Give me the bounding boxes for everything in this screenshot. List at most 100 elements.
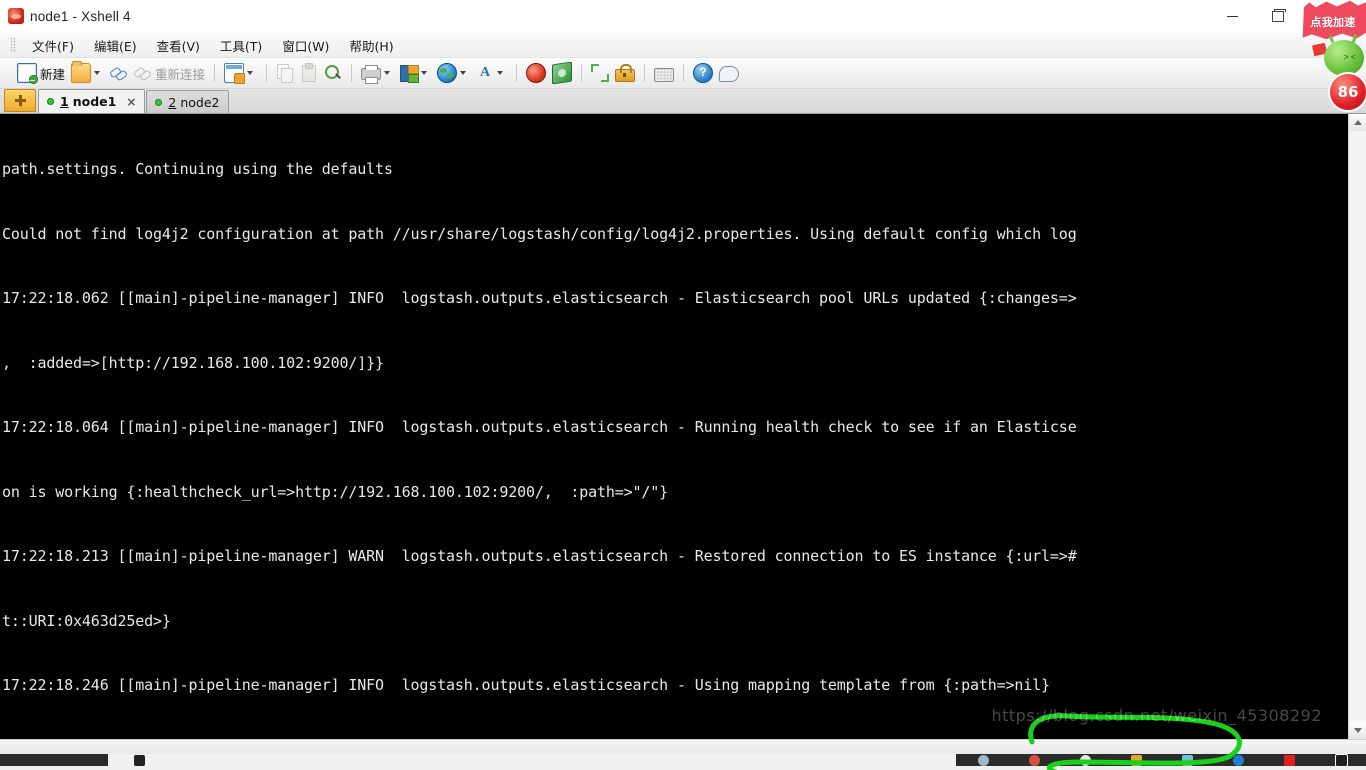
toolbar-separator-6 (644, 64, 646, 82)
plus-icon (14, 95, 26, 106)
scroll-up-arrow-icon (1353, 120, 1362, 125)
toolbar-separator-3 (351, 64, 353, 82)
terminal-line: , :added=>[http://192.168.100.102:9200/]… (2, 353, 384, 372)
paste-icon (300, 63, 318, 82)
fullscreen-icon (591, 64, 610, 82)
tab-number: 1 (60, 94, 69, 109)
toolbar-separator-1 (214, 64, 216, 82)
scrollbar-track[interactable] (1349, 131, 1366, 722)
chat-button[interactable] (716, 61, 742, 85)
maximize-button[interactable] (1255, 0, 1300, 32)
copy-icon (276, 64, 294, 83)
menu-window[interactable]: 窗口(W) (272, 33, 339, 58)
layout-icon (400, 64, 420, 82)
terminal-line: 17:22:18.062 [[main]-pipeline-manager] I… (2, 289, 1077, 307)
fullscreen-button[interactable] (588, 61, 612, 85)
toolbar-separator-4 (516, 64, 518, 82)
terminal-line: 17:22:18.213 [[main]-pipeline-manager] W… (2, 547, 1077, 565)
scroll-down-button[interactable] (1349, 722, 1366, 739)
tab-number: 2 (168, 94, 177, 110)
tab-close-icon[interactable]: × (126, 95, 136, 109)
new-session-button[interactable]: 新建 (14, 61, 68, 85)
tab-label: node1 (72, 94, 117, 109)
reconnect-label: 重新连接 (155, 66, 206, 82)
find-icon (324, 64, 342, 82)
lock-icon (615, 63, 636, 82)
xshell-logo-icon (8, 8, 24, 24)
taskbar-app-icon[interactable] (134, 754, 145, 766)
chevron-down-icon[interactable] (460, 71, 467, 75)
transfer-icon (552, 61, 573, 85)
windows-taskbar (0, 753, 1366, 767)
minimize-icon (1227, 15, 1238, 17)
find-button[interactable] (321, 61, 345, 85)
xshell-button[interactable] (523, 61, 549, 85)
menu-help[interactable]: 帮助(H) (339, 33, 403, 58)
menu-edit[interactable]: 编辑(E) (84, 33, 147, 58)
terminal-line: 17:22:18.246 [[main]-pipeline-manager] I… (2, 676, 1050, 694)
encoding-button[interactable] (434, 61, 473, 85)
connect-button[interactable] (107, 61, 131, 85)
keyboard-button[interactable] (651, 61, 677, 85)
chevron-down-icon[interactable] (497, 71, 504, 75)
scroll-up-button[interactable] (1349, 114, 1366, 131)
taskbar-active-window[interactable] (108, 754, 956, 766)
transfer-button[interactable] (549, 61, 575, 85)
terminal-line: t::URI:0x463d25ed>} (2, 611, 171, 630)
terminal-line: path.settings. Continuing using the defa… (2, 160, 393, 178)
chevron-down-icon[interactable] (94, 71, 101, 75)
terminal-scrollbar[interactable] (1348, 114, 1366, 739)
chevron-down-icon[interactable] (384, 71, 391, 75)
tray-icon-2[interactable] (1029, 754, 1040, 766)
tab-node2[interactable]: 2 node2 (146, 90, 229, 113)
tab-label: node2 (180, 94, 220, 110)
reconnect-button[interactable]: 重新连接 (131, 61, 208, 85)
new-session-label: 新建 (40, 66, 66, 82)
layout-button[interactable] (397, 61, 434, 85)
open-folder-icon (71, 61, 92, 83)
maximize-icon (1271, 8, 1286, 22)
print-button[interactable] (358, 61, 397, 85)
chat-icon (719, 66, 740, 82)
start-button[interactable] (0, 754, 108, 766)
tray-icon-3[interactable] (1080, 754, 1091, 766)
tray-icon-5[interactable] (1182, 754, 1193, 766)
toolbar-separator-2 (266, 64, 268, 82)
open-session-button[interactable] (68, 61, 107, 85)
toolbar-separator-7 (683, 64, 685, 82)
chevron-down-icon[interactable] (421, 71, 428, 75)
tray-icon-7[interactable] (1284, 754, 1295, 766)
tab-node1[interactable]: 1 node1 × (38, 89, 146, 113)
paste-button[interactable] (297, 61, 321, 85)
chevron-down-icon[interactable] (247, 71, 254, 75)
connect-icon (110, 64, 128, 82)
help-button[interactable]: ? (690, 61, 716, 85)
tray-icon-6[interactable] (1233, 754, 1244, 766)
terminal-line: on is working {:healthcheck_url=>http://… (2, 482, 669, 501)
menu-view[interactable]: 查看(V) (147, 33, 210, 58)
session-manager-button[interactable] (221, 61, 260, 85)
terminal-area: path.settings. Continuing using the defa… (0, 114, 1366, 770)
tab-status-dot-icon (155, 98, 163, 106)
new-tab-button[interactable] (4, 89, 36, 112)
tray-icon-1[interactable] (978, 754, 989, 766)
status-bar (0, 739, 1366, 754)
menu-grip-icon[interactable] (10, 37, 16, 53)
terminal-line: Could not find log4j2 configuration at p… (2, 224, 1077, 243)
tray-icon-4[interactable] (1131, 754, 1142, 766)
copy-button[interactable] (273, 61, 297, 85)
font-button[interactable]: A (473, 61, 510, 85)
xshell-window: node1 - Xshell 4 文件(F) 编辑(E) 查看(V) 工具(T)… (0, 0, 1366, 770)
scroll-down-arrow-icon (1353, 728, 1362, 733)
lock-button[interactable] (612, 61, 638, 85)
tray-icon-8[interactable] (1335, 753, 1348, 767)
xshell-icon (526, 63, 547, 83)
keyboard-icon (654, 67, 675, 82)
menu-tools[interactable]: 工具(T) (210, 33, 272, 58)
terminal-line: 17:22:18.064 [[main]-pipeline-manager] I… (2, 418, 1077, 436)
minimize-button[interactable] (1210, 0, 1255, 32)
print-icon (361, 65, 382, 84)
terminal-output[interactable]: path.settings. Continuing using the defa… (0, 114, 1348, 739)
font-icon: A (479, 65, 491, 80)
menu-file[interactable]: 文件(F) (22, 33, 84, 58)
